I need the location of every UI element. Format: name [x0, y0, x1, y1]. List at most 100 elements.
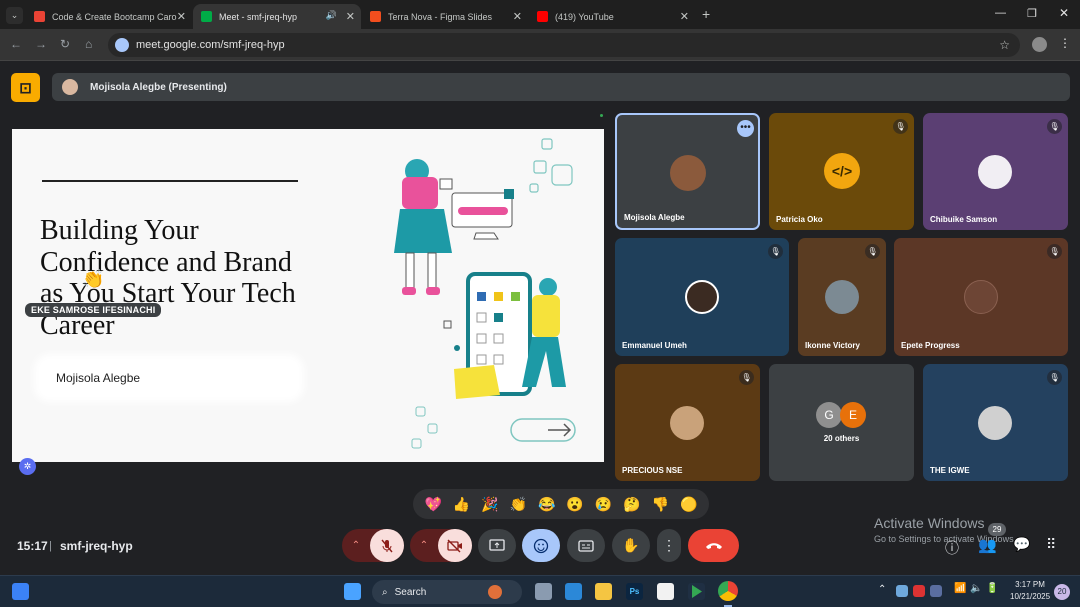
- laugh-reaction[interactable]: 😂: [538, 496, 555, 513]
- meeting-code: smf-jreq-hyp: [60, 539, 133, 553]
- mic-off-icon: 🎙: [739, 370, 754, 385]
- windows-taskbar: ⌕ Search Ps ⌃ 📶 🔈 🔋 3:17 PM 10/21/2025 2…: [0, 575, 1080, 607]
- chat-icon[interactable]: 💬: [1013, 536, 1030, 553]
- minimize-button[interactable]: —: [995, 7, 1006, 19]
- participant-tile[interactable]: 🎙 Chibuike Samson: [923, 113, 1068, 230]
- reload-icon[interactable]: ↻: [60, 37, 70, 51]
- store-icon[interactable]: [565, 583, 582, 600]
- back-icon[interactable]: ←: [10, 37, 22, 51]
- avatar: [978, 155, 1012, 189]
- raise-hand-button[interactable]: ✋: [612, 529, 650, 562]
- participant-tile[interactable]: 🎙 Emmanuel Umeh: [615, 238, 789, 356]
- participant-tile[interactable]: 🎙 Epete Progress: [894, 238, 1068, 356]
- thumbs-up-reaction[interactable]: 👍: [453, 496, 470, 513]
- camera-options-icon[interactable]: ⌃: [410, 540, 438, 551]
- site-info-icon[interactable]: [115, 38, 129, 52]
- camera-off-button[interactable]: [438, 529, 472, 562]
- taskbar-date: 10/21/2025: [1010, 592, 1051, 601]
- taskbar-search[interactable]: ⌕ Search: [372, 580, 522, 604]
- home-icon[interactable]: ⌂: [85, 37, 92, 51]
- participant-tile[interactable]: ••• Mojisola Alegbe: [615, 113, 760, 230]
- more-options-icon[interactable]: •••: [737, 120, 754, 137]
- photoshop-icon[interactable]: Ps: [626, 583, 643, 600]
- taskbar-clock[interactable]: 3:17 PM 10/21/2025: [1010, 579, 1050, 603]
- taskbar-time: 3:17 PM: [1015, 580, 1045, 589]
- chevron-up-icon[interactable]: ⌃: [878, 584, 886, 595]
- volume-icon[interactable]: 🔈: [970, 583, 982, 594]
- tab-meet[interactable]: Meet - smf-jreq-hyp 🔊 ✕: [193, 4, 361, 29]
- people-icon[interactable]: 👥: [978, 536, 997, 554]
- participant-name: THE IGWE: [930, 466, 970, 475]
- close-icon[interactable]: ✕: [513, 10, 522, 23]
- browser-tab-strip: ⌄ Code & Create Bootcamp Caro ✕ Meet - s…: [0, 0, 1080, 29]
- start-icon[interactable]: [344, 583, 361, 600]
- captions-icon: [578, 539, 594, 552]
- forward-icon[interactable]: →: [35, 37, 47, 51]
- mic-off-button[interactable]: [370, 529, 404, 562]
- tray-app-icon[interactable]: [930, 585, 942, 597]
- presenter-avatar: [62, 79, 78, 95]
- tab-gmail[interactable]: Code & Create Bootcamp Caro ✕: [26, 4, 192, 29]
- tab-title: Terra Nova - Figma Slides: [388, 11, 493, 22]
- mic-options-icon[interactable]: ⌃: [342, 540, 370, 551]
- tab-youtube[interactable]: (419) YouTube ✕: [529, 4, 695, 29]
- meeting-info-icon[interactable]: ⓘ: [945, 538, 959, 558]
- profile-avatar[interactable]: [1032, 37, 1047, 52]
- heart-reaction[interactable]: 💖: [424, 496, 441, 513]
- maximize-button[interactable]: ❐: [1027, 7, 1037, 20]
- avatar: G: [816, 402, 842, 428]
- participant-name: Chibuike Samson: [930, 215, 998, 224]
- participant-tile[interactable]: </> 🎙 Patricia Oko: [769, 113, 914, 230]
- meet-icon: [201, 11, 212, 22]
- others-tile[interactable]: G E 20 others: [769, 364, 914, 481]
- participant-tile[interactable]: 🎙 THE IGWE: [923, 364, 1068, 481]
- effects-icon[interactable]: ✲: [19, 458, 36, 475]
- sad-reaction[interactable]: 😢: [595, 496, 612, 513]
- participant-name: Emmanuel Umeh: [622, 341, 687, 350]
- task-view-icon[interactable]: [535, 583, 552, 600]
- chrome-icon[interactable]: [718, 581, 738, 601]
- avatar: E: [840, 402, 866, 428]
- tab-search-button[interactable]: ⌄: [6, 7, 23, 24]
- thumbs-down-reaction[interactable]: 👎: [652, 496, 669, 513]
- widgets-icon[interactable]: [12, 583, 29, 600]
- clap-reaction[interactable]: 👏: [510, 496, 527, 513]
- bookmark-star-icon[interactable]: ☆: [999, 38, 1010, 52]
- present-button[interactable]: [478, 529, 516, 562]
- camera-off-icon: [447, 539, 462, 552]
- avatar: [978, 406, 1012, 440]
- people-count-badge: 29: [988, 523, 1006, 536]
- tab-figma[interactable]: Terra Nova - Figma Slides ✕: [362, 4, 528, 29]
- menu-icon[interactable]: ⋮: [1059, 36, 1071, 50]
- party-reaction[interactable]: 🎉: [481, 496, 498, 513]
- tray-app-icon[interactable]: [896, 585, 908, 597]
- address-bar[interactable]: meet.google.com/smf-jreq-hyp ☆: [108, 33, 1020, 57]
- close-icon[interactable]: ✕: [680, 10, 689, 23]
- app-icon[interactable]: [657, 583, 674, 600]
- participant-tile[interactable]: 🎙 PRECIOUS NSE: [615, 364, 760, 481]
- tray-app-icon[interactable]: [913, 585, 925, 597]
- reactions-button[interactable]: [522, 529, 560, 562]
- close-icon[interactable]: ✕: [346, 10, 355, 23]
- participant-tile[interactable]: 🎙 Ikonne Victory: [798, 238, 886, 356]
- separator: |: [49, 540, 52, 552]
- play-store-icon[interactable]: [688, 583, 705, 600]
- battery-icon[interactable]: 🔋: [986, 583, 998, 594]
- leave-call-button[interactable]: [688, 529, 739, 562]
- wifi-icon[interactable]: 📶: [954, 583, 966, 594]
- thinking-reaction[interactable]: 🤔: [623, 496, 640, 513]
- more-options-button[interactable]: ⋮: [657, 529, 681, 562]
- file-explorer-icon[interactable]: [595, 583, 612, 600]
- mic-off-icon: 🎙: [893, 119, 908, 134]
- captions-button[interactable]: [567, 529, 605, 562]
- close-window-button[interactable]: ✕: [1059, 6, 1069, 20]
- notifications-badge[interactable]: 20: [1054, 584, 1070, 600]
- surprised-reaction[interactable]: 😮: [566, 496, 583, 513]
- new-tab-button[interactable]: +: [702, 6, 710, 22]
- activities-icon[interactable]: ⠿: [1046, 536, 1056, 553]
- browser-toolbar: ← → ↻ ⌂ meet.google.com/smf-jreq-hyp ☆ ⋮: [0, 29, 1080, 61]
- skin-tone-picker[interactable]: 🟡: [680, 496, 697, 513]
- mic-off-icon: 🎙: [768, 244, 783, 259]
- participant-name: Ikonne Victory: [805, 341, 860, 350]
- close-icon[interactable]: ✕: [177, 10, 186, 23]
